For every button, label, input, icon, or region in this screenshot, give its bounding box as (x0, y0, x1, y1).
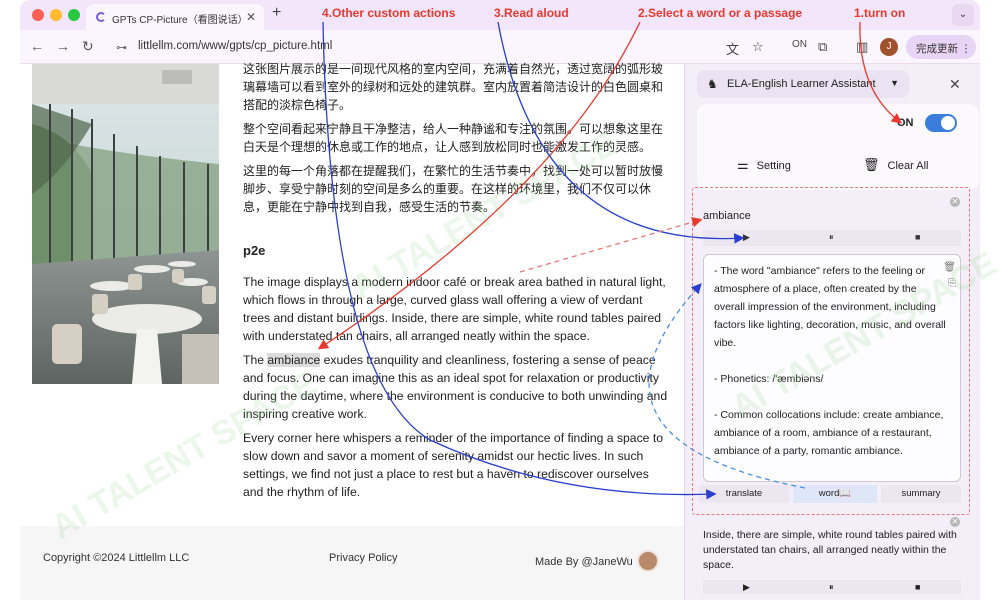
annotation-select-word: 2.Select a word or a passage (638, 6, 803, 20)
dashed-arrow-to-result (519, 217, 703, 273)
annotation-read-aloud: 3.Read aloud (494, 6, 569, 20)
dashed-arrow-word-mode (648, 283, 806, 489)
arrow-select-word (317, 21, 641, 350)
annotation-arrows (317, 21, 903, 500)
arrow-custom-actions (322, 21, 717, 500)
annotation-turn-on: 1.turn on (854, 6, 906, 20)
arrow-read-aloud (497, 21, 745, 244)
arrow-turn-on (859, 21, 903, 124)
annotation-other-actions: 4.Other custom actions (322, 6, 456, 20)
